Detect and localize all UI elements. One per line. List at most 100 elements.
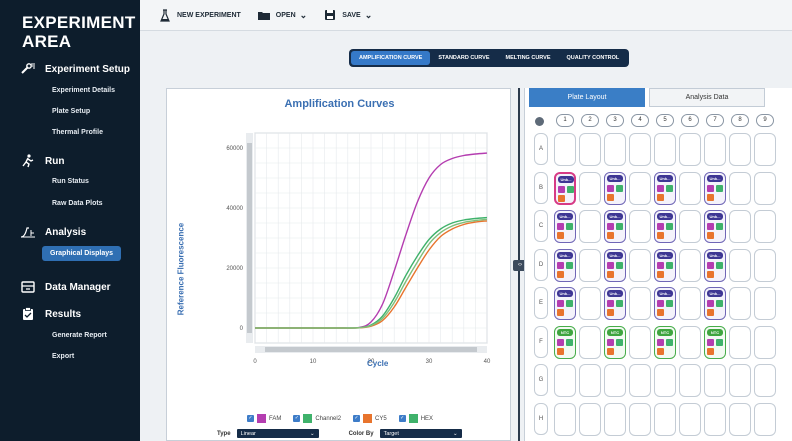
plate-well[interactable] <box>579 133 601 166</box>
legend-item-fam[interactable]: ✓ FAM <box>247 414 281 423</box>
plate-well[interactable] <box>679 171 701 205</box>
plate-well[interactable] <box>679 248 701 282</box>
plate-well[interactable] <box>629 287 651 320</box>
plate-well-sample[interactable]: Unk... <box>554 171 576 205</box>
plate-well[interactable] <box>729 402 751 436</box>
nav-item-plate-setup[interactable]: Plate Setup <box>52 108 90 115</box>
nav-section-run[interactable]: Run <box>20 154 64 168</box>
nav-section-experiment-setup[interactable]: Experiment Setup <box>20 62 130 76</box>
column-header-8[interactable]: 8 <box>731 114 749 127</box>
plate-well-sample[interactable]: Unk... <box>554 210 576 243</box>
plate-well[interactable] <box>679 402 701 436</box>
plate-well[interactable] <box>729 171 751 205</box>
plate-well[interactable] <box>679 210 701 243</box>
tab-standard-curve[interactable]: STANDARD CURVE <box>430 51 497 65</box>
plate-well[interactable] <box>629 171 651 205</box>
plate-well[interactable] <box>654 133 676 166</box>
tab-melting-curve[interactable]: MELTING CURVE <box>498 51 559 65</box>
row-header-D[interactable]: D <box>534 248 548 281</box>
column-header-3[interactable]: 3 <box>606 114 624 127</box>
nav-item-graphical-displays[interactable]: Graphical Displays <box>42 246 122 261</box>
plate-well[interactable] <box>754 402 776 436</box>
plate-well[interactable] <box>704 402 726 436</box>
row-header-H[interactable]: H <box>534 402 548 435</box>
plate-well[interactable] <box>629 133 651 166</box>
checkbox-checked-icon[interactable]: ✓ <box>293 415 301 422</box>
tab-plate-layout[interactable]: Plate Layout <box>529 88 645 107</box>
plate-well[interactable] <box>579 171 601 205</box>
plate-well[interactable] <box>579 402 601 436</box>
column-header-4[interactable]: 4 <box>631 114 649 127</box>
nav-item-raw-data-plots[interactable]: Raw Data Plots <box>52 200 103 207</box>
plate-well-sample[interactable]: Unk... <box>604 210 626 243</box>
column-header-1[interactable]: 1 <box>556 114 574 127</box>
plate-well[interactable] <box>679 364 701 397</box>
legend-item-hex[interactable]: ✓ HEX <box>398 414 433 423</box>
column-header-6[interactable]: 6 <box>681 114 699 127</box>
column-header-7[interactable]: 7 <box>706 114 724 127</box>
legend-item-channel2[interactable]: ✓ Channel2 <box>293 414 341 423</box>
plate-well-sample[interactable]: Unk... <box>604 248 626 282</box>
column-header-2[interactable]: 2 <box>581 114 599 127</box>
row-header-A[interactable]: A <box>534 133 548 165</box>
plate-well-sample[interactable]: Unk... <box>654 287 676 320</box>
nav-item-experiment-details[interactable]: Experiment Details <box>52 87 115 94</box>
row-header-F[interactable]: F <box>534 325 548 358</box>
legend-item-cy5[interactable]: ✓ CY5 <box>353 414 387 423</box>
row-header-G[interactable]: G <box>534 364 548 396</box>
plate-well[interactable] <box>729 287 751 320</box>
plate-well[interactable] <box>654 402 676 436</box>
plate-well[interactable] <box>729 248 751 282</box>
plate-well-sample[interactable]: Unk... <box>604 287 626 320</box>
plate-well[interactable] <box>629 325 651 359</box>
plate-well[interactable] <box>629 248 651 282</box>
nav-section-results[interactable]: Results <box>20 307 81 321</box>
amplification-chart[interactable]: 0 10 20 30 400200004000060000 <box>197 125 497 365</box>
row-header-C[interactable]: C <box>534 210 548 242</box>
plate-well-ntc[interactable]: NTC <box>654 325 676 359</box>
plate-well[interactable] <box>704 364 726 397</box>
plate-well[interactable] <box>679 287 701 320</box>
select-all-dot-icon[interactable] <box>535 117 544 126</box>
color-by-select[interactable]: Target ⌄ <box>379 429 462 438</box>
plate-well[interactable] <box>579 248 601 282</box>
plate-well-sample[interactable]: Unk... <box>704 171 726 205</box>
plate-well[interactable] <box>579 210 601 243</box>
open-button[interactable]: OPEN ⌄ <box>257 8 307 22</box>
nav-section-analysis[interactable]: Analysis <box>20 225 86 239</box>
type-select[interactable]: Linear ⌄ <box>236 429 319 438</box>
plate-well[interactable] <box>629 364 651 397</box>
plate-well[interactable] <box>729 133 751 166</box>
plate-well[interactable] <box>729 325 751 359</box>
nav-item-run-status[interactable]: Run Status <box>52 178 89 185</box>
plate-well-sample[interactable]: Unk... <box>554 248 576 282</box>
nav-item-generate-report[interactable]: Generate Report <box>52 332 107 339</box>
plate-well[interactable] <box>554 364 576 397</box>
plate-well[interactable] <box>729 364 751 397</box>
row-header-E[interactable]: E <box>534 287 548 319</box>
column-header-9[interactable]: 9 <box>756 114 774 127</box>
tab-quality-control[interactable]: QUALITY CONTROL <box>559 51 628 65</box>
plate-well[interactable] <box>554 402 576 436</box>
plate-well[interactable] <box>679 325 701 359</box>
plate-well[interactable] <box>654 364 676 397</box>
plate-well[interactable] <box>629 402 651 436</box>
plate-well-ntc[interactable]: NTC <box>704 325 726 359</box>
plate-well-sample[interactable]: Unk... <box>704 248 726 282</box>
column-header-5[interactable]: 5 <box>656 114 674 127</box>
checkbox-checked-icon[interactable]: ✓ <box>247 415 254 422</box>
nav-item-export[interactable]: Export <box>52 353 74 360</box>
nav-item-thermal-profile[interactable]: Thermal Profile <box>52 129 103 136</box>
plate-well[interactable] <box>604 133 626 166</box>
plate-well[interactable] <box>754 248 776 282</box>
plate-well[interactable] <box>754 171 776 205</box>
plate-well-sample[interactable]: Unk... <box>654 210 676 243</box>
plate-well-ntc[interactable]: NTC <box>554 325 576 359</box>
plate-well[interactable] <box>729 210 751 243</box>
plate-well-ntc[interactable]: NTC <box>604 325 626 359</box>
plate-well[interactable] <box>754 133 776 166</box>
plate-well-sample[interactable]: Unk... <box>704 287 726 320</box>
plate-well[interactable] <box>604 402 626 436</box>
plate-well[interactable] <box>579 364 601 397</box>
row-header-B[interactable]: B <box>534 171 548 204</box>
